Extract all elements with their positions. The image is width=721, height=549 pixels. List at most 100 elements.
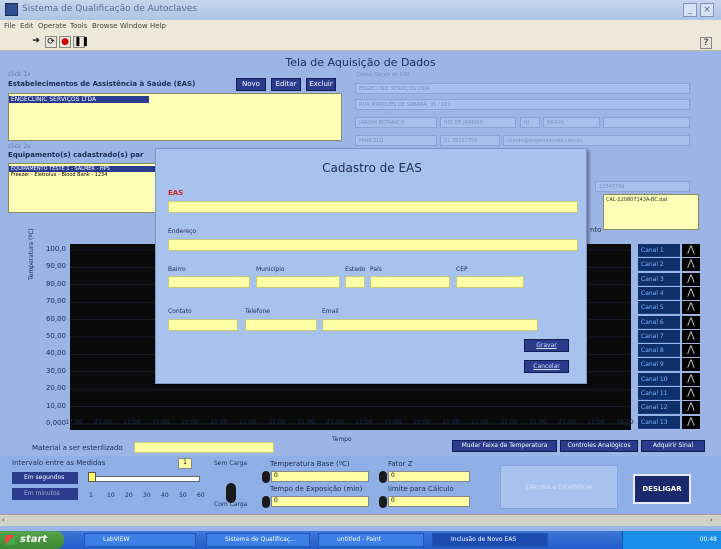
channel-item[interactable]: Canal 7 [638, 329, 680, 343]
run-arrow-icon[interactable]: ➔ [30, 36, 42, 48]
horizontal-scrollbar[interactable]: ‹ › [0, 514, 721, 526]
list-item[interactable]: CAL-220807143A-BC.dat [604, 195, 698, 205]
analog-controls-button[interactable]: Controles Analógicos [560, 440, 638, 452]
zip-input[interactable] [456, 276, 524, 288]
eas-input[interactable] [168, 201, 578, 213]
load-toggle[interactable] [226, 483, 236, 503]
menu-window[interactable]: Window [120, 22, 148, 30]
close-button[interactable]: × [700, 3, 714, 17]
channel-item[interactable]: Canal 10 [638, 372, 680, 386]
channel-plot-icon[interactable]: ⋀ [682, 244, 700, 257]
z-factor-spinner[interactable] [379, 471, 387, 483]
help-icon[interactable]: ? [700, 37, 712, 49]
channel-plot-icon[interactable]: ⋀ [682, 372, 700, 386]
delete-eas-button[interactable]: Excluir [306, 78, 336, 91]
channel-item[interactable]: Canal 12 [638, 401, 680, 415]
channel-item[interactable]: Canal 13 [638, 415, 680, 429]
list-item[interactable]: ENGECLINIC SERVIÇOS LTDA [9, 96, 149, 103]
new-eas-button[interactable]: Novo [236, 78, 266, 91]
eas-zip-field [603, 117, 690, 128]
minutes-radio[interactable]: Em minutos [12, 488, 78, 500]
channel-plot-icon[interactable]: ⋀ [682, 401, 700, 415]
eas-list[interactable]: ENGECLINIC SERVIÇOS LTDA [8, 93, 342, 141]
minimize-button[interactable]: _ [683, 3, 697, 17]
channel-item[interactable]: Canal 4 [638, 286, 680, 300]
channel-item[interactable]: Canal 2 [638, 258, 680, 272]
contact-input[interactable] [168, 319, 238, 331]
shutdown-button[interactable]: DESLIGAR [633, 474, 691, 504]
base-temp-input[interactable]: 0 [271, 471, 369, 482]
exposure-input[interactable]: 0 [271, 496, 369, 507]
channel-plot-icon[interactable]: ⋀ [682, 358, 700, 372]
channel-item[interactable]: Canal 11 [638, 387, 680, 400]
save-button[interactable]: Gravar [524, 339, 569, 352]
channel-item[interactable]: Canal 1 [638, 244, 680, 257]
channel-plot-icon[interactable]: ⋀ [682, 344, 700, 358]
y-tick-label: 60,00 [45, 314, 66, 323]
base-temp-label: Temperatura Base (ºC) [270, 460, 350, 468]
menu-file[interactable]: File [4, 22, 16, 30]
phone-input[interactable] [245, 319, 317, 331]
base-temp-spinner[interactable] [262, 471, 270, 483]
pause-icon[interactable]: ❚❚ [73, 36, 89, 48]
channel-item[interactable]: Canal 6 [638, 315, 680, 329]
channel-plot-icon[interactable]: ⋀ [682, 272, 700, 286]
slider-thumb[interactable] [88, 472, 96, 482]
acquire-signal-button[interactable]: Adquirir Sinal [641, 440, 705, 452]
x-tick-label: 21:00 [442, 419, 460, 426]
z-factor-input[interactable]: 0 [388, 471, 470, 482]
district-input[interactable] [168, 276, 250, 288]
taskbar-paint[interactable]: untitled - Paint [318, 533, 424, 547]
channel-plot-icon[interactable]: ⋀ [682, 258, 700, 272]
exposure-spinner[interactable] [262, 496, 270, 508]
calculations-button[interactable]: Cálculos e Estatísticas [500, 465, 618, 509]
menu-help[interactable]: Help [150, 22, 166, 30]
scroll-right-icon[interactable]: › [710, 516, 719, 525]
edit-eas-button[interactable]: Editar [271, 78, 301, 91]
channel-item[interactable]: Canal 3 [638, 272, 680, 286]
state-input[interactable] [345, 276, 365, 288]
x-tick-label: 08:19 [616, 419, 634, 426]
equipment-list[interactable]: EQUIPAMENTO TESTE 1 - SALMER - HPS Freez… [8, 163, 156, 213]
channel-item[interactable]: Canal 5 [638, 301, 680, 315]
cancel-button[interactable]: Cancelar [524, 360, 569, 373]
email-input[interactable] [322, 319, 538, 331]
list-item[interactable]: Freezer - Eletrolux - Blood Bank - 1234 [9, 172, 155, 178]
taskbar-new-eas[interactable]: Inclusão de Novo EAS [432, 533, 548, 547]
city-input[interactable] [256, 276, 340, 288]
run-continuous-icon[interactable]: ⟳ [45, 36, 57, 48]
interval-slider[interactable] [88, 476, 200, 482]
taskbar-sistema[interactable]: Sistema de Qualificaç... [206, 533, 310, 547]
scroll-left-icon[interactable]: ‹ [2, 516, 11, 525]
interval-value[interactable]: 1 [178, 458, 192, 469]
menu-tools[interactable]: Tools [70, 22, 87, 30]
channel-plot-icon[interactable]: ⋀ [682, 286, 700, 300]
menu-operate[interactable]: Operate [38, 22, 66, 30]
eas-click-hint: click 1x [8, 71, 31, 78]
file-list[interactable]: CAL-220807143A-BC.dat [603, 194, 699, 230]
abort-icon[interactable]: ● [59, 36, 71, 48]
channel-plot-icon[interactable]: ⋀ [682, 415, 700, 429]
eas-phone-field: 21 39137750 [440, 135, 500, 146]
limit-input[interactable]: 0 [388, 496, 470, 507]
seconds-radio[interactable]: Em segundos [12, 472, 78, 484]
channel-item[interactable]: Canal 9 [638, 358, 680, 372]
menu-browse[interactable]: Browse [92, 22, 118, 30]
material-input[interactable] [134, 442, 274, 453]
y-tick-label: 50,00 [45, 332, 66, 340]
windows-logo-icon [5, 535, 15, 545]
address-input[interactable] [168, 239, 578, 251]
channel-plot-icon[interactable]: ⋀ [682, 315, 700, 329]
channel-plot-icon[interactable]: ⋀ [682, 329, 700, 343]
menu-edit[interactable]: Edit [20, 22, 34, 30]
limit-spinner[interactable] [379, 496, 387, 508]
taskbar-labview[interactable]: LabVIEW [84, 533, 196, 547]
temp-range-button[interactable]: Mudar Faixa de Temperatura [452, 440, 557, 452]
channel-plot-icon[interactable]: ⋀ [682, 301, 700, 315]
eas-section-title: Estabelecimentos de Assistência à Saúde … [8, 80, 196, 88]
channel-plot-icon[interactable]: ⋀ [682, 387, 700, 400]
channel-item[interactable]: Canal 8 [638, 344, 680, 358]
x-tick-label: 21:00 [587, 419, 605, 426]
country-input[interactable] [370, 276, 450, 288]
state-label: Estado [345, 266, 366, 273]
